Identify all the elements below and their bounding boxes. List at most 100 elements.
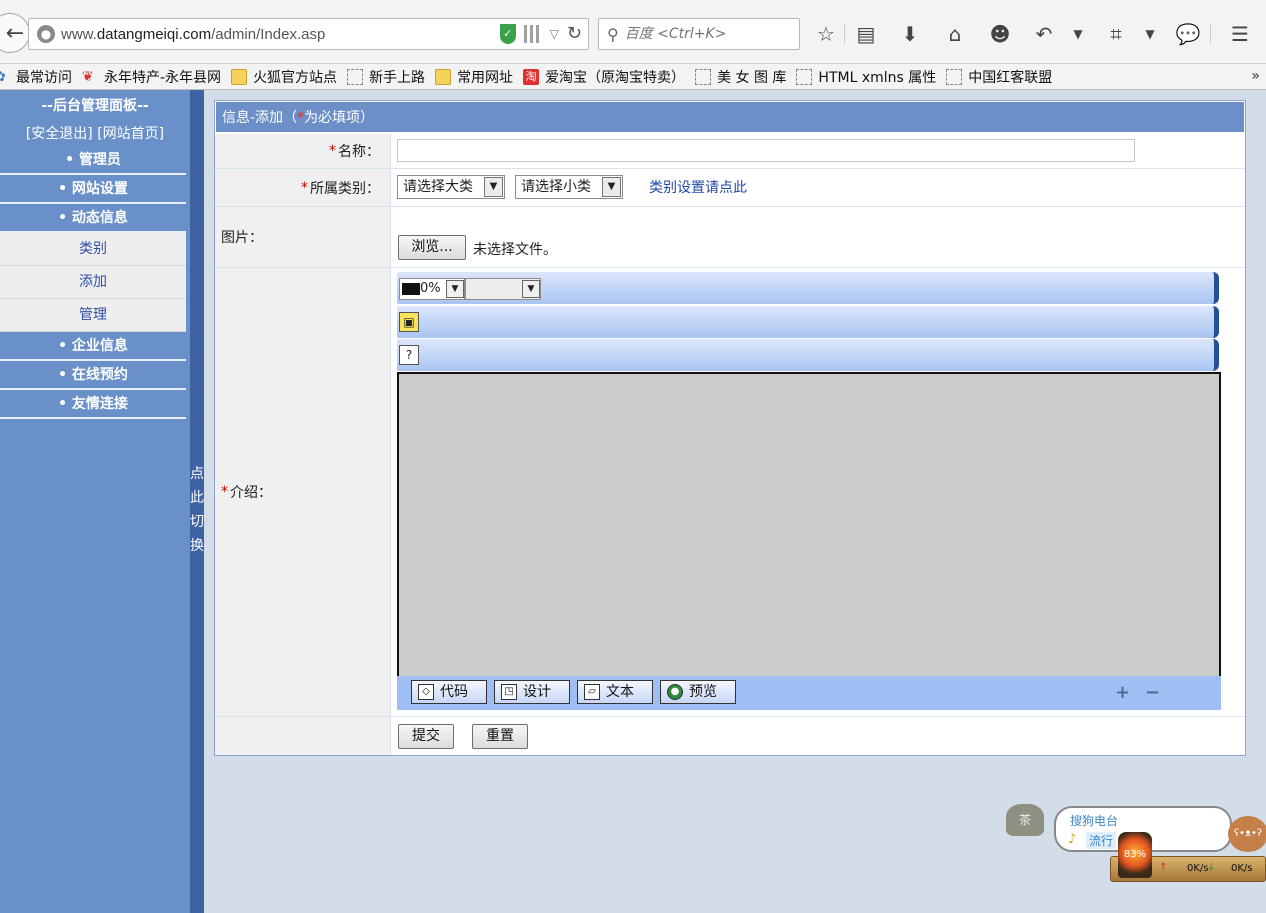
url-bar[interactable]: ● www.datangmeiqi.com/admin/Index.asp ✓ … (28, 18, 589, 50)
page-icon (946, 68, 963, 85)
intro-label-text: 介绍： (230, 485, 272, 501)
sidebar-item-friend-links[interactable]: • 友情连接 (0, 390, 186, 419)
editor-toolbar-1: 0% ▼ ▼ (397, 272, 1219, 304)
back-button[interactable]: ← (0, 13, 30, 53)
mode-label: 文本 (606, 684, 634, 700)
reload-icon[interactable]: ↻ (567, 23, 582, 44)
category-settings-link[interactable]: 类别设置请点此 (649, 177, 747, 197)
minus-icon[interactable]: − (1145, 682, 1160, 703)
search-input[interactable] (624, 26, 785, 42)
undo-icon[interactable]: ↶ (1030, 20, 1058, 48)
menu-icon[interactable]: ☰ (1226, 20, 1254, 48)
category-row: * 所属类别： 请选择大类 ▼ 请选择小类 ▼ 类别设置请点此 (215, 169, 1245, 207)
site-home-link[interactable]: [网站首页] (97, 126, 164, 142)
teapot-icon[interactable]: 茶 (1006, 804, 1044, 836)
editor-toolbar-3: ? (397, 339, 1219, 371)
zoom-select[interactable]: 0% ▼ (399, 278, 465, 300)
admin-sidebar: --后台管理面板-- [安全退出] [网站首页] • 管理员 • 网站设置 • … (0, 90, 190, 913)
toggle-char: 点 (190, 466, 204, 482)
insert-image-icon[interactable]: ▣ (399, 312, 419, 332)
undo-dropdown-icon[interactable]: ▼ (1064, 20, 1092, 48)
name-input[interactable] (397, 139, 1135, 162)
intro-label: * 介绍： (215, 268, 391, 716)
crop-dropdown-icon[interactable]: ▼ (1136, 20, 1164, 48)
bookmarks-more-icon[interactable]: » (1251, 68, 1260, 84)
submenu-item-category[interactable]: 类别 (0, 233, 186, 266)
download-arrow-icon: ↓ (1207, 862, 1216, 873)
submenu-item-add[interactable]: 添加 (0, 266, 186, 299)
editor-toolbar-2: ▣ (397, 306, 1219, 338)
category-label: * 所属类别： (215, 169, 391, 206)
major-category-value: 请选择大类 (403, 179, 473, 195)
sidebar-title: --后台管理面板-- (41, 98, 149, 114)
bookmark-item[interactable]: 新手上路 (347, 67, 425, 87)
submit-button[interactable]: 提交 (398, 724, 454, 749)
reading-list-icon[interactable]: ▤ (852, 20, 880, 48)
bookmark-item[interactable]: HTML xmlns 属性 (796, 67, 936, 87)
bookmark-item[interactable]: ✿ 最常访问 (0, 67, 72, 87)
form-panel: 信息-添加（*为必填项） * 名称： * 所属类别： 请选择大类 ▼ 请选择小类 ▼ 类… (214, 100, 1246, 756)
major-category-select[interactable]: 请选择大类 ▼ (397, 175, 505, 199)
bookmark-label: 火狐官方站点 (253, 69, 338, 86)
lamp-percent: 83% (1123, 849, 1147, 860)
bookmark-item[interactable]: 中国红客联盟 (946, 67, 1052, 87)
name-row: * 名称： (215, 134, 1245, 169)
url-prefix: www. (61, 25, 97, 43)
text-mode-button[interactable]: ▱ 文本 (577, 680, 653, 704)
design-mode-button[interactable]: ◳ 设计 (494, 680, 570, 704)
submenu-item-manage[interactable]: 管理 (0, 299, 186, 332)
bookmark-item[interactable]: 淘爱淘宝（原淘宝特卖） (523, 67, 685, 87)
help-icon[interactable]: ? (399, 345, 419, 365)
bookmark-item[interactable]: 火狐官方站点 (231, 67, 337, 87)
chevron-down-icon: ▼ (522, 280, 540, 298)
qr-code-icon[interactable] (523, 24, 542, 43)
shield-icon[interactable]: ✓ (499, 23, 516, 44)
bookmark-label: 美 女 图 库 (717, 69, 787, 86)
zoom-value: 0% (420, 281, 441, 296)
toolbar-separator (844, 24, 845, 44)
lamp-icon[interactable]: 83% (1118, 832, 1152, 878)
sidebar-item-company[interactable]: • 企业信息 (0, 332, 186, 361)
smiley-icon[interactable]: ☻ (986, 20, 1014, 48)
search-bar[interactable]: ⚲ (598, 18, 800, 50)
sidebar-toggle[interactable]: 点 此 切 换 (190, 90, 204, 913)
home-icon[interactable]: ⌂ (941, 20, 969, 48)
code-mode-button[interactable]: ◇ 代码 (411, 680, 487, 704)
minor-category-select[interactable]: 请选择小类 ▼ (515, 175, 623, 199)
design-icon: ◳ (501, 684, 517, 700)
font-select[interactable]: ▼ (465, 278, 541, 300)
intro-row: * 介绍： 0% ▼ ▼ ▣ ? ◇ 代码 ◳ 设计 ▱ 文本 ● 预览 + − (215, 268, 1245, 717)
zoom-icon (402, 282, 420, 295)
url-domain: datangmeiqi.com (96, 25, 212, 43)
arrow-left-icon: ← (5, 20, 25, 46)
bookmark-item[interactable]: ❦ 永年特产-永年县网 (82, 67, 221, 87)
rich-text-editor: 0% ▼ ▼ ▣ ? ◇ 代码 ◳ 设计 ▱ 文本 ● 预览 + − (397, 272, 1222, 712)
url-text[interactable]: www.datangmeiqi.com/admin/Index.asp (61, 26, 325, 43)
sidebar-item-booking[interactable]: • 在线预约 (0, 361, 186, 390)
browse-button[interactable]: 浏览... (398, 235, 466, 260)
download-icon[interactable]: ⬇ (896, 20, 924, 48)
bookmark-item[interactable]: 美 女 图 库 (695, 67, 786, 87)
page-icon (695, 68, 712, 85)
bookmark-label: 常用网址 (457, 69, 514, 86)
sidebar-item-news[interactable]: • 动态信息 (0, 204, 186, 233)
reset-button[interactable]: 重置 (472, 724, 528, 749)
bookmark-item[interactable]: 常用网址 (435, 67, 513, 87)
bookmark-star-icon[interactable]: ☆ (812, 20, 840, 48)
url-path: /admin/Index.asp (211, 25, 326, 43)
radio-widget: 茶 搜狗电台 ♪ 流行 ʕ•ᴥ•ʔ ↑ 0K/s ↓ 0K/s 83% (1004, 800, 1266, 885)
logout-link[interactable]: [安全退出] (26, 126, 93, 142)
sidebar-item-site-settings[interactable]: • 网站设置 (0, 175, 186, 204)
editor-content-area[interactable] (397, 372, 1221, 678)
crop-icon[interactable]: ⌗ (1102, 20, 1130, 48)
globe-icon: ● (37, 25, 55, 43)
plus-icon[interactable]: + (1115, 682, 1130, 703)
preview-mode-button[interactable]: ● 预览 (660, 680, 736, 704)
radio-tag[interactable]: 流行 (1086, 832, 1117, 849)
mode-label: 预览 (689, 684, 717, 700)
sidebar-item-admin[interactable]: • 管理员 (0, 146, 186, 175)
actions-row: 提交 重置 (215, 717, 1245, 755)
image-row: 图片： 浏览... 未选择文件。 (215, 207, 1245, 268)
chat-icon[interactable]: 💬 (1174, 20, 1202, 48)
dropdown-triangle-icon[interactable]: ▽ (550, 27, 559, 41)
